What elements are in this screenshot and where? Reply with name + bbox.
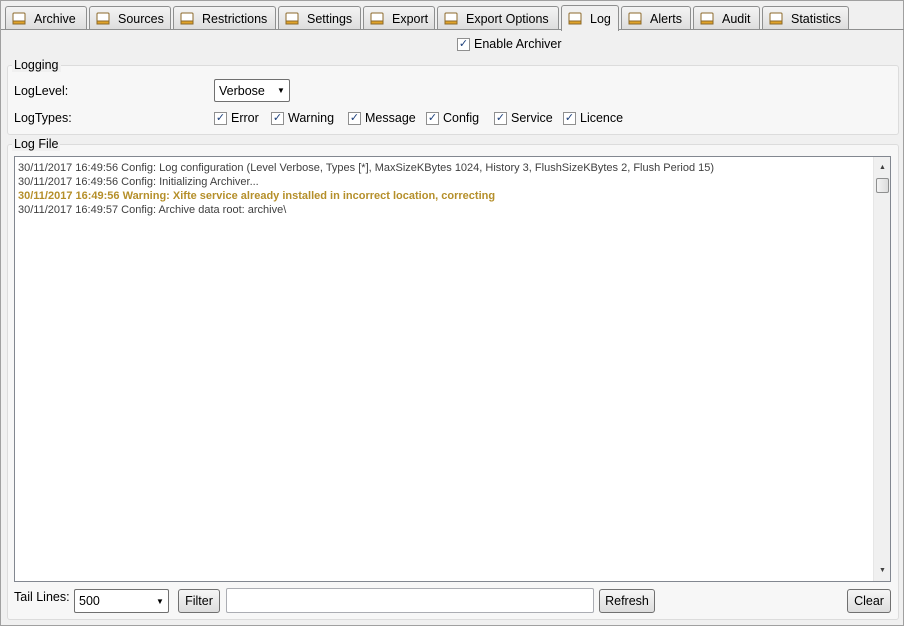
logging-group-label: Logging xyxy=(12,58,61,72)
log-line: 30/11/2017 16:49:56 Config: Log configur… xyxy=(18,162,715,174)
settings-tab-icon xyxy=(285,12,301,26)
tab-label: Settings xyxy=(307,11,353,26)
tab-statistics[interactable]: Statistics xyxy=(762,6,849,30)
checkbox-check-icon[interactable]: ✓ xyxy=(348,111,361,125)
logtype-error-checkbox[interactable]: ✓ Error xyxy=(214,111,259,125)
logtype-label: Message xyxy=(365,111,416,125)
tab-label: Archive xyxy=(34,11,76,26)
export-options-tab-icon xyxy=(444,12,460,26)
logtype-service-checkbox[interactable]: ✓ Service xyxy=(494,111,553,125)
logtype-label: Error xyxy=(231,111,259,125)
tail-lines-value: 500 xyxy=(79,594,100,608)
scroll-down-icon[interactable]: ▼ xyxy=(874,562,891,579)
log-textarea[interactable]: 30/11/2017 16:49:56 Config: Log configur… xyxy=(14,156,891,582)
log-lines: 30/11/2017 16:49:56 Config: Log configur… xyxy=(18,161,872,217)
tab-export-options[interactable]: Export Options xyxy=(437,6,559,30)
restrictions-tab-icon xyxy=(180,12,196,26)
export-tab-icon xyxy=(370,12,386,26)
alerts-tab-icon xyxy=(628,12,644,26)
loglevel-label: LogLevel: xyxy=(14,84,69,98)
scroll-up-icon[interactable]: ▲ xyxy=(874,159,891,176)
tab-bar: Archive Sources Restrictions Settings Ex… xyxy=(5,5,901,31)
scroll-thumb[interactable] xyxy=(876,178,889,193)
log-line-warning: 30/11/2017 16:49:56 Warning: Xifte servi… xyxy=(18,190,496,202)
log-line: 30/11/2017 16:49:57 Config: Archive data… xyxy=(18,204,287,216)
archive-tab-icon xyxy=(12,12,28,26)
audit-tab-icon xyxy=(700,12,716,26)
checkbox-check-icon[interactable]: ✓ xyxy=(271,111,284,125)
tail-lines-select[interactable]: 500 ▼ xyxy=(74,589,169,613)
enable-archiver-label: Enable Archiver xyxy=(474,37,562,51)
filter-button[interactable]: Filter xyxy=(178,589,220,613)
tab-label: Sources xyxy=(118,11,164,26)
loglevel-value: Verbose xyxy=(219,83,265,98)
logtypes-label: LogTypes: xyxy=(14,111,72,125)
logtype-label: Warning xyxy=(288,111,335,125)
tab-label: Log xyxy=(590,11,611,26)
refresh-button[interactable]: Refresh xyxy=(599,589,655,613)
filter-input[interactable] xyxy=(226,588,594,613)
tab-label: Alerts xyxy=(650,11,682,26)
checkbox-check-icon[interactable]: ✓ xyxy=(563,111,576,125)
logtype-licence-checkbox[interactable]: ✓ Licence xyxy=(563,111,623,125)
checkbox-check-icon[interactable]: ✓ xyxy=(214,111,227,125)
logtype-label: Licence xyxy=(580,111,624,125)
tab-label: Statistics xyxy=(791,11,842,26)
loglevel-select[interactable]: Verbose ▼ xyxy=(214,79,290,102)
tab-log[interactable]: Log xyxy=(561,5,619,31)
archiver-window: Archive Sources Restrictions Settings Ex… xyxy=(0,0,904,626)
log-tab-icon xyxy=(568,12,584,26)
tab-label: Export Options xyxy=(466,11,549,26)
checkbox-check-icon[interactable]: ✓ xyxy=(494,111,507,125)
tab-restrictions[interactable]: Restrictions xyxy=(173,6,276,30)
tab-divider xyxy=(1,29,904,30)
tab-label: Restrictions xyxy=(202,11,268,26)
tab-archive[interactable]: Archive xyxy=(5,6,87,30)
tab-audit[interactable]: Audit xyxy=(693,6,760,30)
checkbox-check-icon[interactable]: ✓ xyxy=(457,37,470,51)
logtype-config-checkbox[interactable]: ✓ Config xyxy=(426,111,479,125)
tab-export[interactable]: Export xyxy=(363,6,435,30)
tab-sources[interactable]: Sources xyxy=(89,6,171,30)
checkbox-check-icon[interactable]: ✓ xyxy=(426,111,439,125)
clear-button[interactable]: Clear xyxy=(847,589,891,613)
tab-label: Export xyxy=(392,11,429,26)
log-line: 30/11/2017 16:49:56 Config: Initializing… xyxy=(18,176,259,188)
logfile-group-label: Log File xyxy=(12,137,61,151)
tail-lines-label: Tail Lines: xyxy=(14,590,70,604)
logtype-label: Service xyxy=(511,111,553,125)
logtype-label: Config xyxy=(443,111,480,125)
log-scrollbar[interactable]: ▲ ▼ xyxy=(873,157,890,581)
tab-alerts[interactable]: Alerts xyxy=(621,6,691,30)
enable-archiver-checkbox[interactable]: ✓ Enable Archiver xyxy=(457,37,562,51)
logtype-message-checkbox[interactable]: ✓ Message xyxy=(348,111,416,125)
tab-settings[interactable]: Settings xyxy=(278,6,361,30)
sources-tab-icon xyxy=(96,12,112,26)
tab-label: Audit xyxy=(722,11,751,26)
chevron-down-icon[interactable]: ▼ xyxy=(152,590,168,612)
statistics-tab-icon xyxy=(769,12,785,26)
chevron-down-icon[interactable]: ▼ xyxy=(273,80,289,101)
logtype-warning-checkbox[interactable]: ✓ Warning xyxy=(271,111,334,125)
